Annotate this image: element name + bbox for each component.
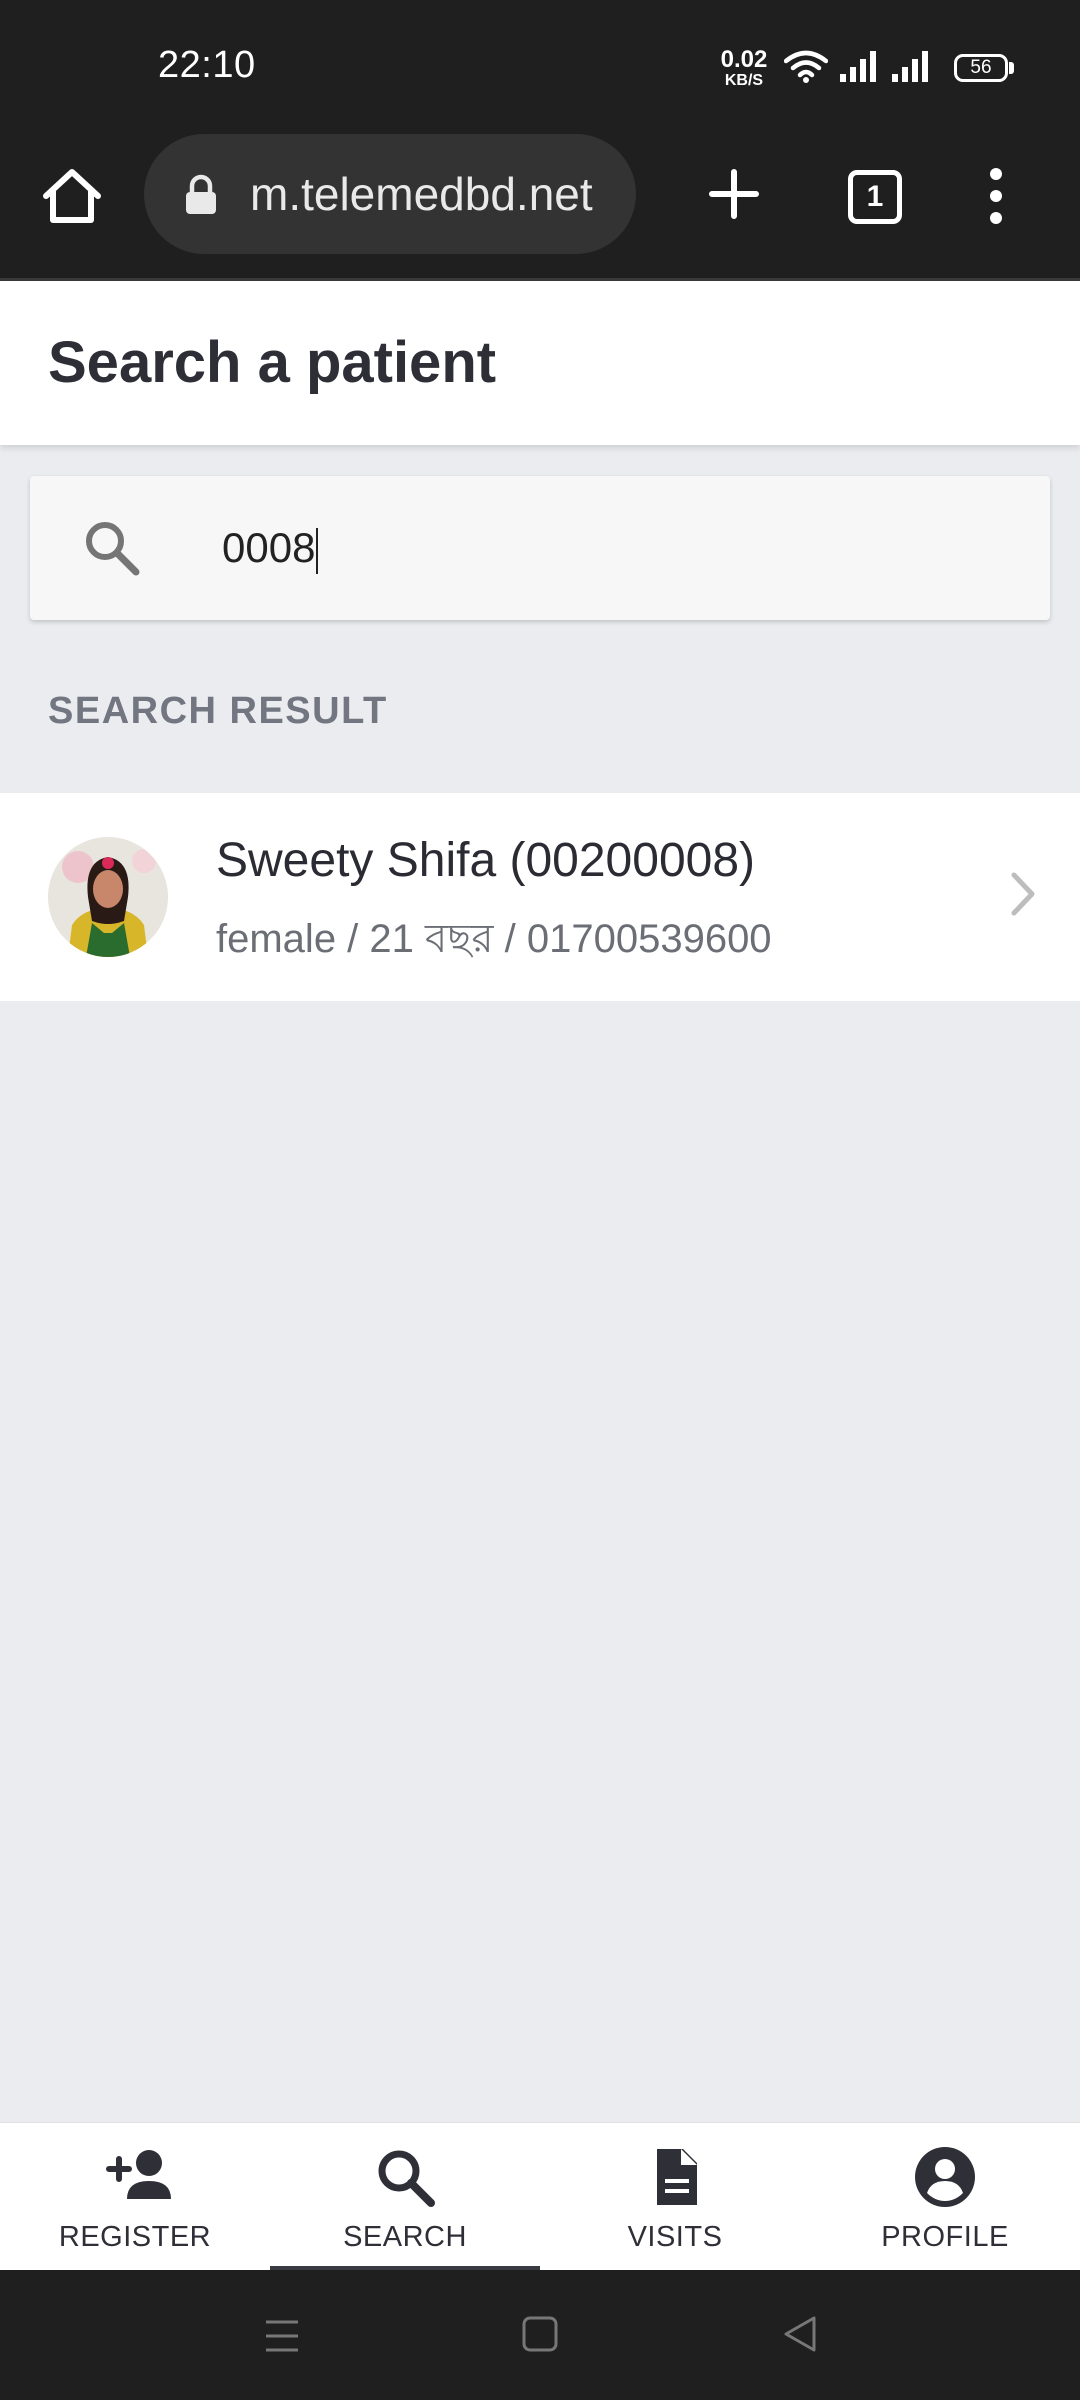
wifi-icon bbox=[784, 50, 828, 83]
page-header: Search a patient bbox=[0, 281, 1080, 445]
back-icon[interactable] bbox=[780, 2314, 820, 2354]
network-speed-value: 0.02 bbox=[720, 46, 768, 73]
section-label: SEARCH RESULT bbox=[48, 690, 388, 732]
recent-apps-icon[interactable] bbox=[262, 2316, 302, 2356]
network-speed: 0.02 KB/S bbox=[716, 48, 772, 89]
lock-icon bbox=[186, 174, 216, 214]
network-speed-unit: KB/S bbox=[724, 72, 764, 89]
avatar bbox=[48, 837, 168, 957]
nav-visits-label: VISITS bbox=[627, 2221, 723, 2253]
new-tab-icon[interactable] bbox=[706, 166, 762, 222]
signal-icon-2 bbox=[892, 51, 928, 82]
battery-icon: 56 bbox=[954, 54, 1008, 82]
text-caret bbox=[316, 527, 319, 574]
search-value-text: 0008 bbox=[222, 524, 316, 571]
url-text: m.telemedbd.net bbox=[250, 168, 593, 220]
nav-search[interactable]: SEARCH bbox=[270, 2123, 540, 2271]
nav-register-label: REGISTER bbox=[58, 2221, 212, 2253]
search-icon bbox=[86, 522, 140, 576]
patient-name: Sweety Shifa (00200008) bbox=[216, 834, 756, 887]
nav-visits[interactable]: VISITS bbox=[540, 2123, 810, 2271]
patient-details: female / 21 বছর / 01700539600 bbox=[216, 917, 772, 961]
home-icon[interactable] bbox=[38, 162, 106, 230]
system-navigation-bar bbox=[0, 2270, 1080, 2400]
status-bar: 22:10 0.02 KB/S 56 bbox=[0, 0, 1080, 132]
status-icons: 0.02 KB/S 56 bbox=[680, 0, 1080, 132]
chevron-right-icon bbox=[1011, 872, 1035, 916]
search-value[interactable]: 0008 bbox=[222, 476, 319, 620]
status-time: 22:10 bbox=[158, 44, 256, 86]
nav-profile-label: PROFILE bbox=[881, 2221, 1009, 2253]
home-square-icon[interactable] bbox=[520, 2314, 560, 2354]
person-add-icon bbox=[106, 2150, 171, 2199]
browser-toolbar: m.telemedbd.net 1 bbox=[0, 132, 1080, 281]
bottom-navigation: REGISTER SEARCH VISITS PROFILE bbox=[0, 2122, 1080, 2271]
nav-profile[interactable]: PROFILE bbox=[810, 2123, 1080, 2271]
battery-cap bbox=[1009, 62, 1014, 74]
more-options-icon[interactable] bbox=[978, 166, 1014, 226]
search-input[interactable]: 0008 bbox=[30, 476, 1050, 620]
patient-result-row[interactable]: Sweety Shifa (00200008) female / 21 বছর … bbox=[0, 793, 1080, 1001]
tab-switcher-button[interactable]: 1 bbox=[848, 170, 902, 224]
account-circle-icon bbox=[915, 2147, 975, 2207]
avatar-photo bbox=[48, 837, 168, 957]
document-icon bbox=[657, 2149, 697, 2205]
nav-register[interactable]: REGISTER bbox=[0, 2123, 270, 2271]
nav-search-label: SEARCH bbox=[343, 2221, 467, 2253]
address-bar[interactable]: m.telemedbd.net bbox=[144, 134, 636, 254]
page-title: Search a patient bbox=[48, 330, 497, 395]
signal-icon bbox=[840, 51, 876, 82]
search-icon bbox=[378, 2150, 435, 2207]
